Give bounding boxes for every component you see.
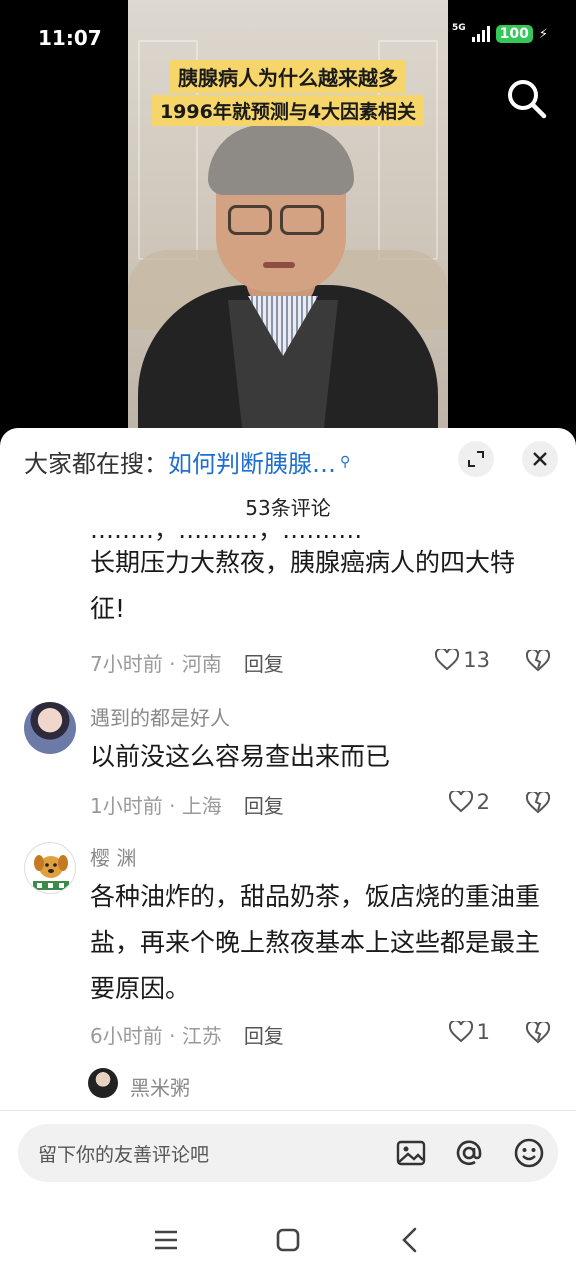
like-count: 13: [463, 648, 490, 672]
comment-input[interactable]: 留下你的友善评论吧: [18, 1124, 558, 1182]
like-button[interactable]: 2: [448, 790, 490, 814]
comment-input-placeholder: 留下你的友善评论吧: [38, 1144, 210, 1166]
comment-text: 各种油炸的，甜品奶茶，饭店烧的重油重盐，再来个晚上熬夜基本上这些都是最主要原因。: [90, 882, 541, 1003]
status-indicators: 5G 100 ⚡: [451, 22, 548, 43]
video-player[interactable]: 胰腺病人为什么越来越多 1996年就预测与4大因素相关 11:07 5G 100…: [0, 0, 576, 440]
reply-button[interactable]: 回复: [244, 1024, 284, 1048]
mini-search-icon: ⚲: [340, 454, 351, 470]
comment-meta: 1小时前 · 上海 回复: [90, 794, 284, 818]
comment-location: 上海: [181, 794, 222, 818]
avatar[interactable]: [24, 842, 76, 894]
expand-button[interactable]: [458, 441, 494, 477]
heart-icon: [448, 791, 473, 813]
like-count: 2: [476, 790, 490, 814]
comment-list[interactable]: ‥‥‥‥，‥‥‥‥‥，‥‥‥‥‥ 长期压力大熬夜，胰腺癌病人的四大特征! 7小时…: [0, 524, 576, 1112]
expand-icon: [468, 451, 484, 467]
home-icon[interactable]: [268, 1220, 308, 1260]
signal-icon: [471, 26, 490, 42]
person-mouth: [263, 262, 295, 268]
avatar[interactable]: [24, 702, 76, 754]
close-icon: [533, 452, 547, 466]
comment-text: 以前没这么容易查出来而已: [90, 742, 391, 771]
like-count: 1: [476, 1020, 490, 1044]
sub-reply-username[interactable]: 黑米粥: [130, 1072, 190, 1101]
glasses-left: [228, 205, 272, 235]
image-icon[interactable]: [394, 1136, 428, 1170]
comment-time: 1小时前: [90, 794, 163, 818]
comment-username[interactable]: 遇到的都是好人: [90, 702, 230, 731]
comment-location: 江苏: [181, 1024, 222, 1048]
reply-button[interactable]: 回复: [244, 794, 284, 818]
comment-time: 6小时前: [90, 1024, 163, 1048]
broken-heart-icon[interactable]: [525, 790, 551, 816]
broken-heart-icon[interactable]: [525, 1020, 551, 1046]
comment-location: 河南: [181, 652, 222, 676]
comment-username[interactable]: 樱 渊: [90, 842, 136, 871]
like-button[interactable]: 13: [435, 648, 490, 672]
video-caption-line1: 胰腺病人为什么越来越多: [170, 60, 406, 93]
comment-meta: 6小时前 · 江苏 回复: [90, 1024, 284, 1048]
broken-heart-icon[interactable]: [525, 648, 551, 674]
hot-search-prefix: 大家都在搜：: [24, 450, 168, 478]
menu-icon[interactable]: [146, 1220, 186, 1260]
comment-time: 7小时前: [90, 652, 163, 676]
system-nav-bar: [0, 1198, 576, 1280]
comment-count: 53条评论: [245, 496, 331, 520]
charging-icon: ⚡: [538, 26, 548, 42]
comments-sheet: 大家都在搜：如何判断胰腺… ⚲ 53条评论 ‥‥‥‥，‥‥‥‥‥，‥‥‥‥‥ 长期…: [0, 428, 576, 1280]
emoji-icon[interactable]: [512, 1136, 546, 1170]
reply-button[interactable]: 回复: [244, 652, 284, 676]
hot-search-query[interactable]: 如何判断胰腺…: [168, 450, 336, 478]
back-icon[interactable]: [390, 1220, 430, 1260]
comment-meta: 7小时前 · 河南 回复: [90, 652, 284, 676]
battery-level: 100: [495, 25, 533, 43]
like-button[interactable]: 1: [448, 1020, 490, 1044]
dog-avatar-icon: [33, 855, 69, 890]
heart-icon: [448, 1021, 473, 1043]
sub-reply-avatar[interactable]: [88, 1068, 118, 1098]
person-hair: [208, 125, 354, 195]
heart-icon: [435, 649, 460, 671]
divider: [0, 1110, 576, 1111]
status-time: 11:07: [38, 26, 102, 50]
video-caption-line2: 1996年就预测与4大因素相关: [151, 95, 425, 126]
close-button[interactable]: [522, 441, 558, 477]
comment-text: 长期压力大熬夜，胰腺癌病人的四大特征!: [90, 548, 516, 623]
network-type: 5G: [451, 22, 466, 33]
glasses-right: [280, 205, 324, 235]
at-icon[interactable]: [452, 1136, 486, 1170]
hot-search-bar[interactable]: 大家都在搜：如何判断胰腺… ⚲: [24, 444, 350, 479]
search-icon[interactable]: [506, 78, 548, 120]
